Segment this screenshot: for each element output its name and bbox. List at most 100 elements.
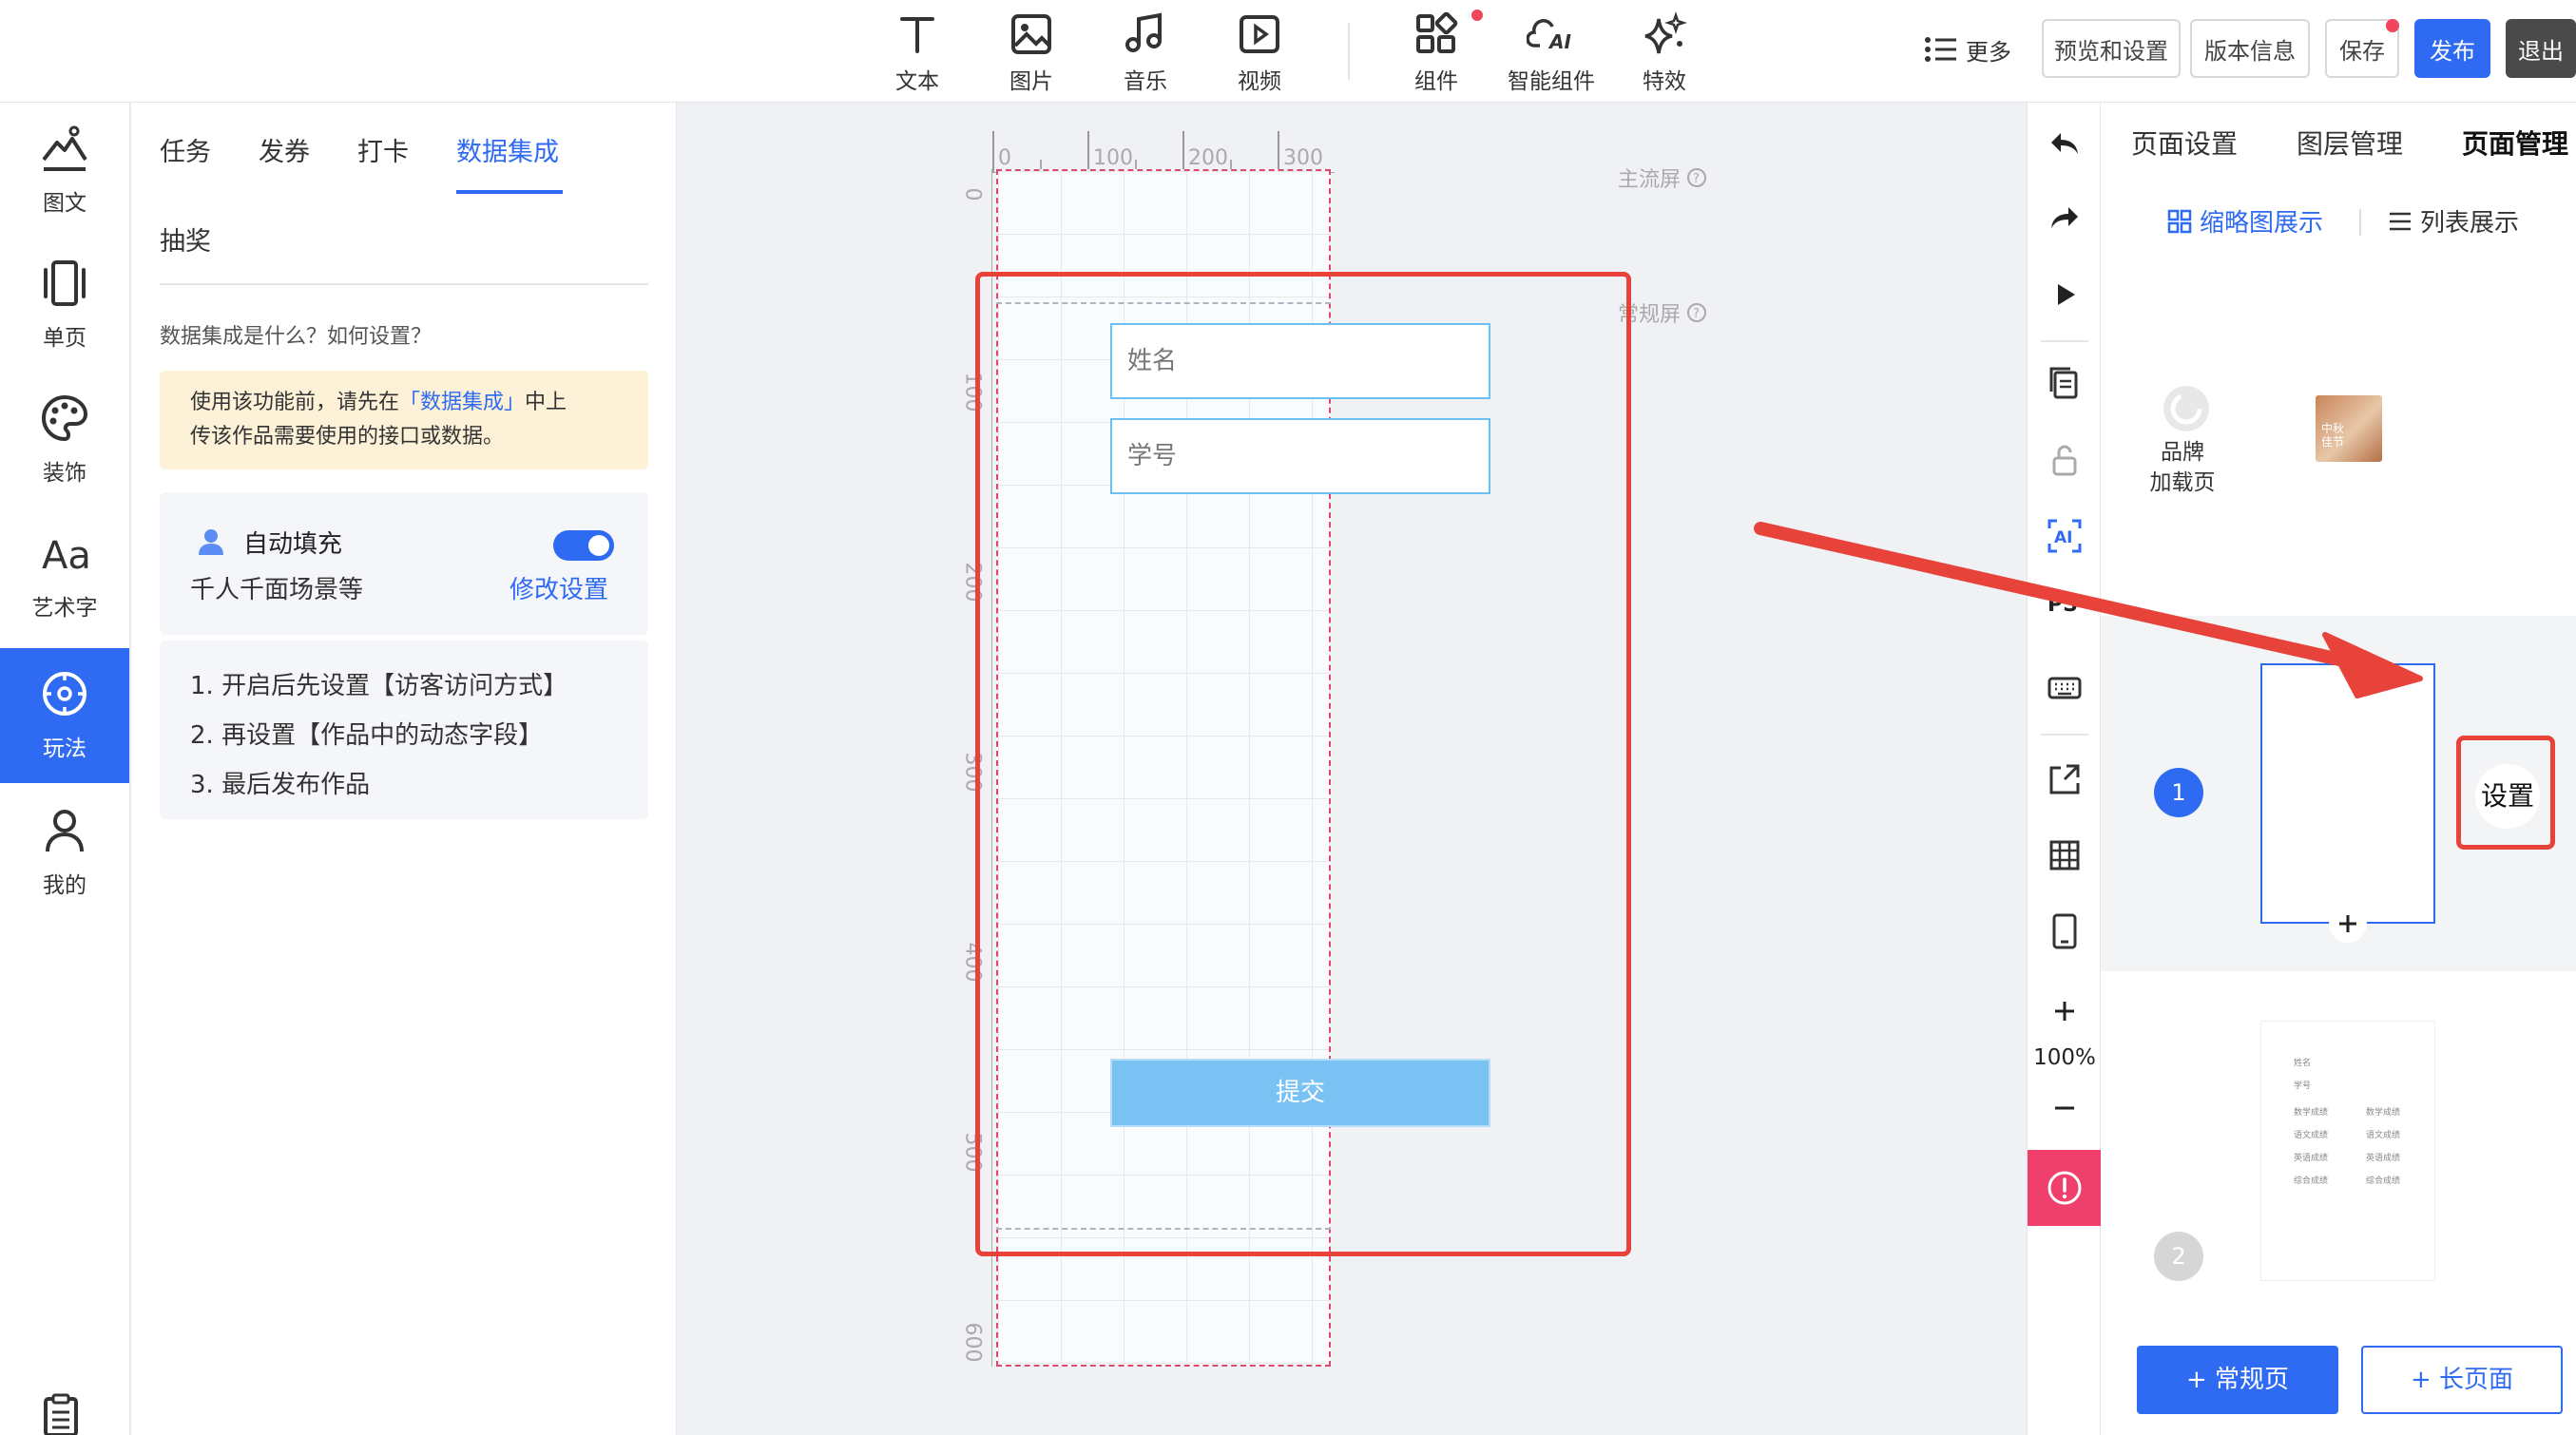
help-icon[interactable]: ?	[1686, 167, 1707, 188]
unlock-icon[interactable]	[2038, 433, 2091, 487]
svg-text:?: ?	[1693, 307, 1700, 321]
tool-video[interactable]: 视频	[1207, 10, 1312, 95]
gameplay-panel: 任务 发券 打卡 数据集成 抽奖 数据集成是什么？如何设置？ 使用该功能前，请先…	[131, 103, 677, 1435]
ps-icon[interactable]: PS	[2038, 582, 2091, 635]
palette-icon	[38, 392, 91, 445]
top-ruler: 0 100 200 300	[992, 131, 1335, 173]
thumbnail-view-label: 缩略图展示	[2200, 209, 2324, 238]
alert-button[interactable]	[2028, 1150, 2102, 1226]
thumb-text: 学号	[2294, 1081, 2312, 1091]
list-view-toggle[interactable]: 列表展示	[2388, 203, 2519, 239]
add-long-page-button[interactable]: + 长页面	[2361, 1346, 2563, 1414]
list-view-icon	[2390, 212, 2411, 230]
tab-layer-management[interactable]: 图层管理	[2297, 124, 2403, 162]
tool-component-label: 组件	[1414, 69, 1458, 94]
ruler-tick-label: 200	[1188, 146, 1228, 170]
editor-canvas[interactable]: 0 100 200 300 0 100 200 300 400 500 600 …	[677, 103, 2027, 1435]
publish-button[interactable]: 发布	[2414, 19, 2490, 78]
nav-item-gameplay[interactable]: 玩法	[0, 648, 129, 783]
help-link[interactable]: 数据集成是什么？如何设置？	[160, 319, 432, 350]
ruler-tick-label: 100	[1093, 146, 1133, 170]
tab-coupon[interactable]: 发券	[259, 131, 310, 168]
tab-lottery[interactable]: 抽奖	[160, 220, 211, 258]
notice-link[interactable]: 「数据集成」	[399, 391, 525, 414]
zoom-level: 100%	[2033, 1045, 2096, 1070]
more-menu[interactable]: 更多	[1924, 32, 2011, 67]
tool-effects-label: 特效	[1643, 69, 1686, 94]
tab-data-integration[interactable]: 数据集成	[456, 131, 559, 168]
tool-ai-component[interactable]: AI 智能组件	[1498, 10, 1605, 95]
single-page-icon	[38, 257, 91, 310]
copy-page-icon[interactable]	[2038, 355, 2091, 409]
brand-page-thumbnail[interactable]: 中秋佳节	[2316, 395, 2382, 462]
tool-music[interactable]: 音乐	[1093, 10, 1198, 95]
nav-item-label: 我的	[43, 873, 87, 898]
component-icon	[1412, 10, 1461, 59]
thumb-text: 英语成绩	[2294, 1154, 2329, 1163]
nav-item-art-text[interactable]: Aa 艺术字	[0, 507, 129, 642]
normal-screen-hint: 常规屏 ?	[1618, 298, 1707, 327]
redo-icon[interactable]	[2038, 192, 2091, 245]
help-icon[interactable]: ?	[1686, 302, 1707, 323]
nav-item-decoration[interactable]: 装饰	[0, 373, 129, 507]
page-settings-button[interactable]: 设置	[2475, 764, 2540, 829]
main-screen-text: 主流屏	[1618, 168, 1682, 192]
thumb-text: 英语成绩	[2366, 1154, 2401, 1163]
zoom-in-icon[interactable]	[2038, 985, 2091, 1038]
page-number-badge: 2	[2154, 1232, 2203, 1281]
tool-image-label: 图片	[1009, 69, 1053, 94]
grid-icon[interactable]	[2038, 829, 2091, 882]
ai-component-icon: AI	[1527, 10, 1576, 59]
preview-settings-button[interactable]: 预览和设置	[2042, 19, 2181, 78]
notice-prefix: 使用该功能前，请先在	[190, 391, 400, 414]
clipboard-icon[interactable]	[38, 1393, 84, 1435]
nav-item-graphic-text[interactable]: 图文	[0, 103, 129, 238]
ai-scan-icon[interactable]: AI	[2038, 509, 2091, 563]
tab-checkin[interactable]: 打卡	[357, 131, 409, 168]
tool-text[interactable]: 文本	[865, 10, 970, 95]
add-normal-page-button[interactable]: + 常规页	[2137, 1346, 2338, 1414]
add-page-after-button[interactable]	[2329, 905, 2367, 943]
autofill-toggle[interactable]	[553, 530, 614, 561]
nav-item-label: 艺术字	[31, 596, 98, 621]
notice-box: 使用该功能前，请先在「数据集成」中上 传该作品需要使用的接口或数据。	[160, 371, 648, 469]
plus-icon	[2339, 915, 2356, 932]
keyboard-icon[interactable]	[2038, 661, 2091, 715]
main-screen-hint: 主流屏 ?	[1618, 163, 1707, 192]
mountain-text-icon	[38, 122, 91, 175]
divider	[160, 283, 648, 285]
modify-settings-link[interactable]: 修改设置	[509, 570, 608, 605]
thumb-text: 数学成绩	[2294, 1108, 2329, 1118]
tool-image[interactable]: 图片	[979, 10, 1084, 95]
thumbnail-view-toggle[interactable]: 缩略图展示	[2167, 203, 2323, 239]
mobile-preview-icon[interactable]	[2038, 905, 2091, 958]
version-info-button[interactable]: 版本信息	[2190, 19, 2310, 78]
svg-text:AI: AI	[1548, 30, 1571, 53]
tab-page-settings[interactable]: 页面设置	[2131, 124, 2238, 162]
nav-item-label: 图文	[43, 191, 87, 216]
undo-icon[interactable]	[2038, 118, 2091, 171]
left-nav: 图文 单页 装饰 Aa 艺术字 玩法 我的	[0, 103, 131, 1435]
svg-text:AI: AI	[2054, 528, 2072, 547]
tab-page-management[interactable]: 页面管理	[2462, 124, 2568, 162]
page-management-panel: 页面设置 图层管理 页面管理 缩略图展示 列表展示 品牌 加载页 中秋佳节 1 …	[2101, 103, 2576, 1435]
page-2-thumbnail[interactable]: 姓名 学号 数学成绩 数学成绩 语文成绩 语文成绩 英语成绩 英语成绩 综合成绩…	[2260, 1021, 2435, 1281]
nav-item-mine[interactable]: 我的	[0, 785, 129, 920]
brand-loading-page-label[interactable]: 品牌 加载页	[2125, 437, 2240, 498]
page-1-thumbnail[interactable]	[2260, 663, 2435, 924]
export-page-icon[interactable]	[2038, 753, 2091, 806]
thumb-text: 综合成绩	[2294, 1177, 2329, 1186]
tool-effects[interactable]: 特效	[1612, 10, 1717, 95]
tool-component[interactable]: 组件	[1384, 10, 1489, 95]
steps-card: 1. 开启后先设置【访客访问方式】 2. 再设置【作品中的动态字段】 3. 最后…	[160, 641, 648, 819]
play-icon[interactable]	[2038, 268, 2091, 321]
zoom-out-icon[interactable]	[2038, 1081, 2091, 1135]
music-icon	[1121, 10, 1170, 59]
alert-icon	[2047, 1171, 2082, 1205]
component-notification-dot	[1471, 10, 1483, 21]
tab-task[interactable]: 任务	[160, 131, 211, 168]
nav-item-single-page[interactable]: 单页	[0, 238, 129, 373]
ruler-tick-label: 0	[998, 146, 1011, 170]
exit-button[interactable]: 退出	[2506, 19, 2576, 78]
user-icon	[38, 804, 91, 857]
